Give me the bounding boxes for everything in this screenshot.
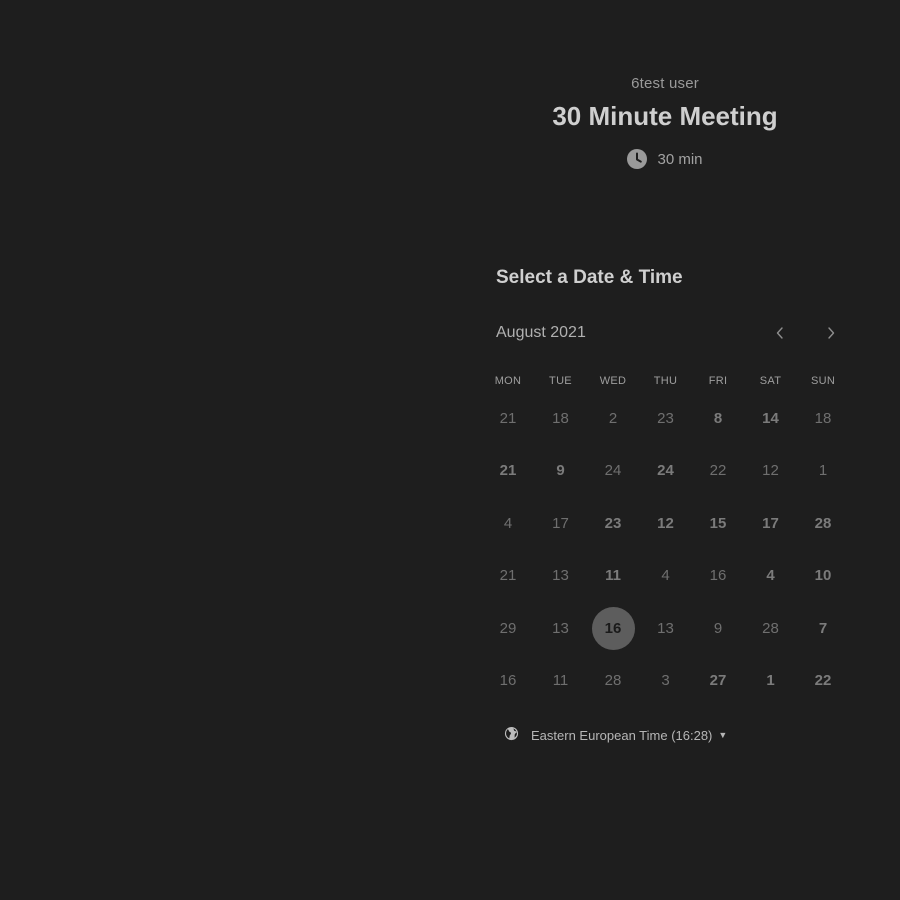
available-day[interactable]: 1 [745, 655, 797, 707]
scheduling-page: 6test user 30 Minute Meeting 30 min Sele… [0, 0, 900, 900]
available-day[interactable]: 8 [692, 392, 744, 444]
available-day[interactable]: 12 [640, 497, 692, 549]
weekday-label: THU [653, 375, 678, 387]
unavailable-day: 13 [552, 619, 569, 637]
duration-text: 30 min [657, 150, 703, 168]
event-duration: 30 min [470, 149, 860, 169]
next-month-button[interactable] [820, 322, 842, 344]
unavailable-day: 12 [762, 462, 779, 479]
unavailable-day: 1 [818, 462, 828, 479]
available-day[interactable]: 23 [587, 497, 639, 549]
available-day[interactable]: 4 [745, 550, 797, 602]
selected-day-label: 16 [591, 606, 635, 650]
month-navigation: August 2021 [496, 322, 846, 344]
unavailable-day: 2 [608, 409, 618, 427]
chevron-left-icon [776, 327, 783, 339]
host-name: 6test user [631, 75, 699, 92]
weekday-label: MON [494, 375, 522, 387]
unavailable-day: 24 [604, 462, 622, 479]
unavailable-day: 9 [713, 619, 723, 637]
available-day[interactable]: 28 [797, 497, 849, 549]
available-day[interactable]: 14 [745, 392, 797, 444]
caret-down-icon: ▼ [718, 730, 728, 740]
available-day[interactable]: 9 [535, 445, 587, 497]
available-day[interactable]: 21 [482, 445, 534, 497]
available-day[interactable]: 22 [797, 655, 849, 707]
unavailable-day: 28 [762, 619, 779, 637]
unavailable-day: 28 [604, 672, 622, 689]
available-day[interactable]: 7 [797, 602, 849, 654]
section-title: Select a Date & Time [496, 267, 683, 288]
available-day[interactable]: 17 [745, 497, 797, 549]
unavailable-day: 23 [657, 409, 674, 427]
unavailable-day: 13 [657, 619, 674, 637]
available-day[interactable]: 27 [692, 655, 744, 707]
calendar-grid: 21 18 2 23 8 14 18 21 9 24 24 22 12 1 4 17 23 12 15 17 28 21 1… [482, 392, 850, 708]
unavailable-day: 17 [552, 514, 569, 532]
chevron-right-icon [828, 327, 835, 339]
available-day[interactable]: 24 [640, 445, 692, 497]
prev-month-button[interactable] [769, 322, 791, 344]
weekday-label: TUE [549, 375, 572, 387]
event-title: 30 Minute Meeting [552, 101, 778, 131]
selected-day[interactable]: 16 [587, 602, 639, 654]
weekday-label: SAT [759, 375, 782, 387]
weekday-label: SUN [810, 375, 836, 387]
unavailable-day: 21 [499, 567, 517, 584]
unavailable-day: 16 [709, 567, 727, 584]
unavailable-day: 21 [499, 409, 517, 427]
month-label: August 2021 [496, 324, 586, 341]
unavailable-day: 4 [503, 514, 513, 532]
unavailable-day: 3 [661, 672, 670, 689]
unavailable-day: 22 [709, 462, 727, 479]
weekday-header: MON TUE WED THU FRI SAT SUN [482, 372, 850, 390]
available-day[interactable]: 11 [587, 550, 639, 602]
unavailable-day: 18 [552, 409, 569, 427]
timezone-selector[interactable]: Eastern European Time (16:28) ▼ [504, 725, 727, 745]
unavailable-day: 29 [499, 619, 517, 637]
timezone-label: Eastern European Time (16:28) [531, 727, 713, 743]
weekday-label: WED [599, 375, 627, 387]
unavailable-day: 13 [552, 567, 569, 584]
clock-icon [627, 149, 648, 169]
available-day[interactable]: 15 [692, 497, 744, 549]
available-day[interactable]: 10 [797, 550, 849, 602]
unavailable-day: 16 [499, 672, 517, 689]
event-header: 6test user 30 Minute Meeting 30 min [470, 74, 860, 169]
globe-icon [504, 726, 519, 744]
unavailable-day: 11 [552, 672, 569, 689]
weekday-label: FRI [708, 375, 728, 387]
unavailable-day: 18 [814, 409, 832, 427]
unavailable-day: 4 [661, 567, 670, 584]
